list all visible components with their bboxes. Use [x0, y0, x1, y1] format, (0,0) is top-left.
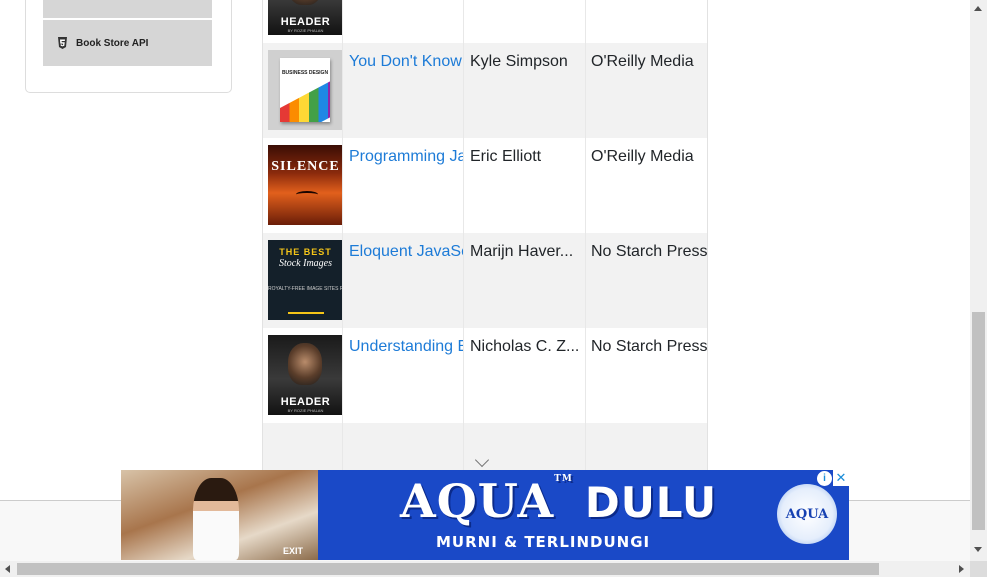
ad-brand-area: AQUATM DULU MURNI & TERLINDUNGI AQUA [318, 470, 849, 560]
html5-icon [57, 37, 68, 49]
book-cover-image: HEADER BY ROZIE PHALAN [268, 0, 342, 35]
scroll-right-arrow-icon[interactable] [959, 565, 964, 573]
book-cover-image: HEADER BY ROZIE PHALAN [268, 335, 342, 415]
table-cell-image: HEADER BY ROZIE PHALAN [263, 328, 343, 423]
book-title-link[interactable]: Programming JavaScript Applications [343, 138, 464, 233]
book-title-link[interactable]: Understanding ECMAScript 6 [343, 328, 464, 423]
horizontal-scrollbar[interactable] [0, 561, 970, 577]
book-title-link[interactable]: Eloquent JavaScript, Second Edition [343, 233, 464, 328]
scroll-up-arrow-icon[interactable] [974, 6, 982, 11]
table-row: THE BEST Stock Images ROYALTY-FREE IMAGE… [263, 233, 708, 328]
table-cell-image: HEADER BY ROZIE PHALAN [263, 0, 343, 43]
cover-title: BUSINESS DESIGN [281, 70, 329, 76]
ad-info-icon[interactable]: i [817, 471, 832, 486]
ad-headline: AQUATM DULU [400, 474, 717, 528]
book-cover-image: BUSINESS DESIGN [268, 50, 342, 130]
ad-banner[interactable]: EXIT AQUATM DULU MURNI & TERLINDUNGI AQUA… [121, 470, 849, 560]
book-author: Kyle Simpson [464, 43, 586, 138]
sidebar-item-settings[interactable] [43, 0, 212, 18]
ad-brand-name: AQUA [400, 474, 555, 528]
ad-logo-text: AQUA [785, 506, 829, 522]
vertical-scrollbar[interactable] [970, 0, 987, 561]
sidebar-item-label: Book Store API [76, 37, 149, 49]
cover-subtitle: Stock Images [278, 258, 333, 269]
cover-subtitle: BY ROZIE PHALAN [287, 28, 324, 33]
scroll-down-arrow-icon[interactable] [974, 547, 982, 552]
table-row: HEADER BY ROZIE PHALAN [263, 0, 707, 43]
horizontal-scrollbar-thumb[interactable] [17, 563, 879, 575]
ad-headline-suffix: DULU [584, 478, 718, 527]
cover-subtitle: BY ROZIE PHALAN [287, 408, 324, 413]
table-row: HEADER BY ROZIE PHALAN Understanding ECM… [263, 328, 708, 423]
cover-title: SILENCE [271, 159, 340, 174]
aqua-logo: AQUA [777, 484, 837, 544]
sidebar-item-book-store-api[interactable]: Book Store API [43, 20, 212, 66]
book-cover-image: THE BEST Stock Images ROYALTY-FREE IMAGE… [268, 240, 343, 320]
cover-title: THE BEST [279, 247, 332, 257]
table-cell-image: BUSINESS DESIGN [263, 43, 343, 138]
ad-close-icon[interactable]: ✕ [833, 470, 849, 486]
cover-caption: ROYALTY-FREE IMAGE SITES FOR BOOK COVERS [268, 286, 343, 292]
table-cell-image: SILENCE [263, 138, 343, 233]
ad-person-image [193, 478, 239, 560]
ad-trademark: TM [554, 474, 573, 484]
table-row: SILENCE Programming JavaScript Applicati… [263, 138, 707, 233]
page: Book Store API HEADER BY ROZIE PHALAN BU [0, 0, 987, 577]
book-author: Marijn Haver... [464, 233, 586, 328]
books-table: HEADER BY ROZIE PHALAN BUSINESS DESIGN Y… [262, 0, 708, 500]
ad-photo-text: EXIT [283, 546, 304, 556]
table-row: BUSINESS DESIGN You Don't Know JS Kyle S… [263, 43, 707, 138]
book-publisher: O'Reilly Media [591, 53, 694, 70]
book-publisher: O'Reilly Media [591, 148, 694, 165]
cover-title: HEADER [280, 16, 331, 28]
book-publisher: No Starch Press [591, 243, 708, 260]
book-cover-image: SILENCE [268, 145, 342, 225]
ad-photo: EXIT [121, 470, 318, 560]
book-author: Nicholas C. Z... [464, 328, 586, 423]
ad-tagline: MURNI & TERLINDUNGI [436, 533, 651, 551]
scroll-left-arrow-icon[interactable] [5, 565, 10, 573]
book-publisher: No Starch Press [591, 338, 708, 355]
cover-title: HEADER [280, 396, 331, 408]
scrollbar-corner [970, 561, 987, 577]
table-cell-image: THE BEST Stock Images ROYALTY-FREE IMAGE… [263, 233, 343, 328]
book-author: Eric Elliott [464, 138, 586, 233]
vertical-scrollbar-thumb[interactable] [972, 312, 985, 530]
book-title-link[interactable]: You Don't Know JS [343, 43, 464, 138]
